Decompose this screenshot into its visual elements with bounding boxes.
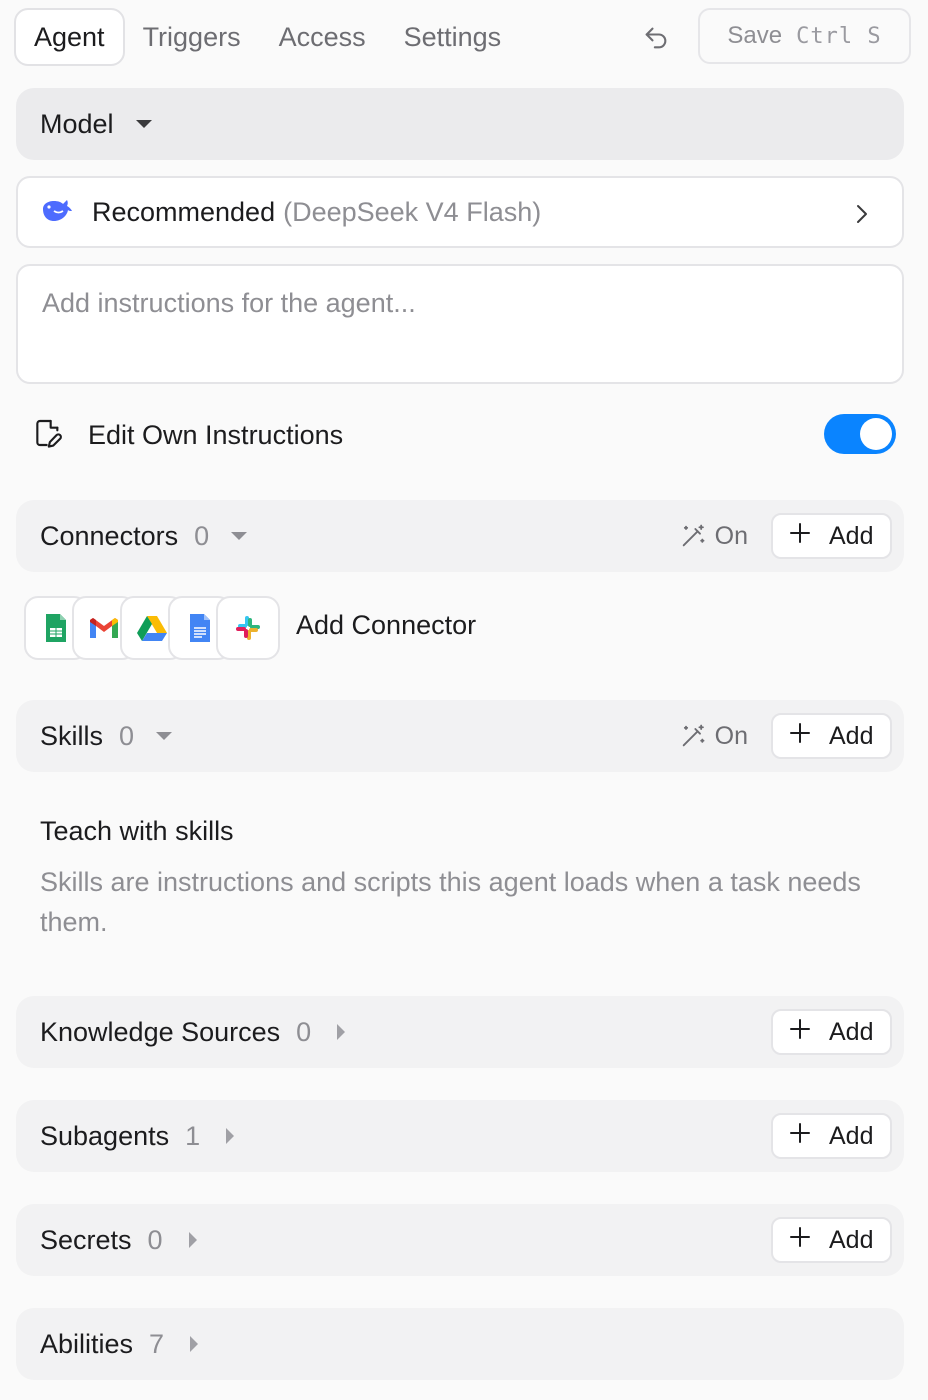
knowledge-sources-title: Knowledge Sources	[40, 1016, 281, 1047]
caret-down-icon	[135, 120, 152, 128]
plus-icon	[789, 1122, 811, 1151]
add-skill-button[interactable]: Add	[771, 713, 892, 759]
edit-own-instructions-row: Edit Own Instructions	[32, 410, 343, 460]
instructions-input[interactable]	[16, 264, 904, 384]
add-knowledge-source-button[interactable]: Add	[771, 1009, 892, 1055]
skills-empty-description: Skills are instructions and scripts this…	[40, 867, 861, 937]
secrets-title: Secrets	[40, 1224, 132, 1255]
tab-settings[interactable]: Settings	[384, 8, 522, 66]
secrets-count: 0	[147, 1224, 163, 1255]
model-selector[interactable]: Recommended (DeepSeek V4 Flash)	[16, 176, 904, 248]
tab-agent[interactable]: Agent	[14, 8, 125, 66]
model-section-header[interactable]: Model	[16, 88, 904, 160]
skills-section-header[interactable]: Skills 0 On Add	[16, 700, 904, 772]
chevron-right-icon	[852, 202, 872, 231]
add-connector-button[interactable]: Add	[771, 513, 892, 559]
magic-wand-icon	[682, 724, 705, 747]
connector-app-icons[interactable]	[24, 596, 280, 660]
deepseek-logo-icon	[40, 196, 76, 229]
skills-empty-title: Teach with skills	[40, 816, 234, 846]
add-label: Add	[829, 721, 874, 750]
model-section-title: Model	[40, 108, 114, 139]
add-subagent-button[interactable]: Add	[771, 1113, 892, 1159]
plus-icon	[789, 722, 811, 751]
tab-access[interactable]: Access	[259, 8, 386, 66]
undo-icon[interactable]	[636, 18, 676, 58]
caret-down-icon	[156, 732, 173, 740]
toggle-knob	[860, 418, 892, 450]
skills-auto-toggle[interactable]: On	[679, 700, 748, 772]
caret-right-icon	[337, 1024, 346, 1040]
slack-icon[interactable]	[216, 596, 280, 660]
connectors-on-label: On	[714, 521, 748, 550]
plus-icon	[789, 1018, 811, 1047]
knowledge-sources-count: 0	[296, 1016, 312, 1047]
abilities-count: 7	[149, 1328, 165, 1359]
magic-wand-icon	[682, 524, 705, 547]
plus-icon	[789, 1226, 811, 1255]
connectors-auto-toggle[interactable]: On	[679, 500, 748, 572]
skills-title: Skills	[40, 720, 104, 751]
skills-count: 0	[119, 720, 135, 751]
edit-document-icon	[32, 417, 64, 454]
save-button[interactable]: Save Ctrl S	[698, 8, 911, 64]
connectors-title: Connectors	[40, 520, 179, 551]
caret-right-icon	[190, 1336, 199, 1352]
secrets-section-header[interactable]: Secrets 0 Add	[16, 1204, 904, 1276]
skills-on-label: On	[714, 721, 748, 750]
abilities-title: Abilities	[40, 1328, 134, 1359]
model-detail: (DeepSeek V4 Flash)	[283, 196, 542, 227]
plus-icon	[789, 522, 811, 551]
edit-own-instructions-toggle[interactable]	[824, 414, 896, 454]
caret-right-icon	[188, 1232, 197, 1248]
connectors-section-header[interactable]: Connectors 0 On Add	[16, 500, 904, 572]
knowledge-sources-section-header[interactable]: Knowledge Sources 0 Add	[16, 996, 904, 1068]
add-connector-link[interactable]: Add Connector	[296, 610, 476, 641]
connectors-count: 0	[194, 520, 210, 551]
abilities-section-header[interactable]: Abilities 7	[16, 1308, 904, 1380]
add-secret-button[interactable]: Add	[771, 1217, 892, 1263]
subagents-title: Subagents	[40, 1120, 170, 1151]
add-label: Add	[829, 521, 874, 550]
caret-right-icon	[226, 1128, 235, 1144]
model-name: Recommended	[92, 196, 276, 227]
save-label: Save	[727, 22, 783, 49]
subagents-section-header[interactable]: Subagents 1 Add	[16, 1100, 904, 1172]
tab-triggers[interactable]: Triggers	[123, 8, 261, 66]
tab-bar: Agent Triggers Access Settings	[14, 8, 521, 66]
add-label: Add	[829, 1225, 874, 1254]
add-label: Add	[829, 1121, 874, 1150]
subagents-count: 1	[185, 1120, 201, 1151]
save-shortcut: Ctrl S	[796, 23, 882, 49]
add-label: Add	[829, 1017, 874, 1046]
edit-own-instructions-label: Edit Own Instructions	[88, 419, 344, 450]
caret-down-icon	[231, 532, 248, 540]
